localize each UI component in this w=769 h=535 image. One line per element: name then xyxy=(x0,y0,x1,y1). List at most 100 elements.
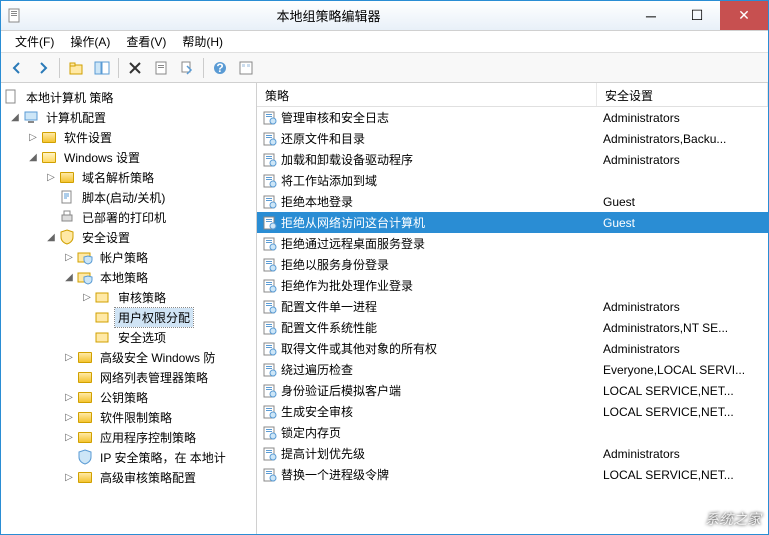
policy-name: 拒绝从网络访问这台计算机 xyxy=(281,214,425,231)
list-row[interactable]: 拒绝作为批处理作业登录 xyxy=(257,275,768,296)
folder-icon xyxy=(77,409,93,425)
tree-network-list[interactable]: 网络列表管理器策略 xyxy=(1,367,256,387)
policy-name: 生成安全审核 xyxy=(281,403,353,420)
folder-shield-icon xyxy=(77,249,93,265)
tree-account-policies[interactable]: ▷帐户策略 xyxy=(1,247,256,267)
policy-icon xyxy=(263,468,277,482)
list-row[interactable]: 将工作站添加到域 xyxy=(257,170,768,191)
list-row[interactable]: 拒绝本地登录Guest xyxy=(257,191,768,212)
list-row[interactable]: 身份验证后模拟客户端LOCAL SERVICE,NET... xyxy=(257,380,768,401)
export-button[interactable] xyxy=(175,56,199,80)
maximize-button[interactable]: ☐ xyxy=(674,1,720,30)
policy-icon xyxy=(263,321,277,335)
list-row[interactable]: 拒绝以服务身份登录 xyxy=(257,254,768,275)
menu-view[interactable]: 查看(V) xyxy=(118,31,174,52)
policy-icon xyxy=(263,174,277,188)
document-icon xyxy=(3,89,19,105)
tree-user-rights[interactable]: 用户权限分配 xyxy=(1,307,256,327)
refresh-button[interactable] xyxy=(234,56,258,80)
minimize-button[interactable]: ─ xyxy=(628,1,674,30)
menu-action[interactable]: 操作(A) xyxy=(62,31,118,52)
expander-icon[interactable]: ▷ xyxy=(63,351,75,363)
folder-shield-icon xyxy=(95,309,111,325)
help-button[interactable]: ? xyxy=(208,56,232,80)
list-row[interactable]: 生成安全审核LOCAL SERVICE,NET... xyxy=(257,401,768,422)
window-title: 本地组策略编辑器 xyxy=(29,6,628,25)
tree-app-control[interactable]: ▷应用程序控制策略 xyxy=(1,427,256,447)
tree-public-key[interactable]: ▷公钥策略 xyxy=(1,387,256,407)
expander-icon[interactable]: ◢ xyxy=(45,231,57,243)
expander-icon[interactable]: ▷ xyxy=(63,251,75,263)
back-button[interactable] xyxy=(5,56,29,80)
security-setting: LOCAL SERVICE,NET... xyxy=(597,466,768,484)
delete-button[interactable] xyxy=(123,56,147,80)
list-row[interactable]: 替换一个进程级令牌LOCAL SERVICE,NET... xyxy=(257,464,768,485)
tree-software-settings[interactable]: ▷软件设置 xyxy=(1,127,256,147)
list-row[interactable]: 拒绝从网络访问这台计算机Guest xyxy=(257,212,768,233)
expander-icon[interactable]: ▷ xyxy=(63,431,75,443)
security-setting: Administrators xyxy=(597,340,768,358)
up-button[interactable] xyxy=(64,56,88,80)
menu-help[interactable]: 帮助(H) xyxy=(174,31,231,52)
tree-root[interactable]: 本地计算机 策略 xyxy=(1,87,256,107)
policy-icon xyxy=(263,195,277,209)
close-button[interactable]: ✕ xyxy=(720,1,768,30)
security-setting: Administrators,Backu... xyxy=(597,130,768,148)
tree-software-restriction[interactable]: ▷软件限制策略 xyxy=(1,407,256,427)
expander-icon[interactable]: ◢ xyxy=(63,271,75,283)
security-setting: Administrators xyxy=(597,445,768,463)
toolbar-separator xyxy=(118,58,119,78)
toolbar-separator xyxy=(59,58,60,78)
tree-pane[interactable]: 本地计算机 策略 ◢计算机配置 ▷软件设置 ◢Windows 设置 ▷域名解析策… xyxy=(1,83,257,534)
expander-icon[interactable]: ◢ xyxy=(27,151,39,163)
folder-shield-icon xyxy=(95,289,111,305)
list-pane[interactable]: 策略 安全设置 管理审核和安全日志Administrators还原文件和目录Ad… xyxy=(257,83,768,534)
expander-icon[interactable]: ◢ xyxy=(9,111,21,123)
properties-button[interactable] xyxy=(149,56,173,80)
policy-name: 拒绝作为批处理作业登录 xyxy=(281,277,413,294)
expander-icon[interactable]: ▷ xyxy=(45,171,57,183)
tree-deployed-printers[interactable]: 已部署的打印机 xyxy=(1,207,256,227)
list-row[interactable]: 配置文件系统性能Administrators,NT SE... xyxy=(257,317,768,338)
security-setting: Everyone,LOCAL SERVI... xyxy=(597,361,768,379)
list-row[interactable]: 锁定内存页 xyxy=(257,422,768,443)
list-row[interactable]: 还原文件和目录Administrators,Backu... xyxy=(257,128,768,149)
tree-scripts[interactable]: 脚本(启动/关机) xyxy=(1,187,256,207)
show-hide-tree-button[interactable] xyxy=(90,56,114,80)
tree-windows-settings[interactable]: ◢Windows 设置 xyxy=(1,147,256,167)
policy-icon xyxy=(263,279,277,293)
menu-file[interactable]: 文件(F) xyxy=(7,31,62,52)
shield-icon xyxy=(77,449,93,465)
expander-icon[interactable]: ▷ xyxy=(27,131,39,143)
tree-computer-config[interactable]: ◢计算机配置 xyxy=(1,107,256,127)
forward-button[interactable] xyxy=(31,56,55,80)
tree-security-settings[interactable]: ◢安全设置 xyxy=(1,227,256,247)
column-header-policy[interactable]: 策略 xyxy=(257,83,597,106)
tree-local-policies[interactable]: ◢本地策略 xyxy=(1,267,256,287)
tree-security-options[interactable]: 安全选项 xyxy=(1,327,256,347)
column-header-setting[interactable]: 安全设置 xyxy=(597,83,768,106)
policy-icon xyxy=(263,132,277,146)
list-row[interactable]: 配置文件单一进程Administrators xyxy=(257,296,768,317)
tree-ip-security[interactable]: IP 安全策略，在 本地计 xyxy=(1,447,256,467)
list-row[interactable]: 拒绝通过远程桌面服务登录 xyxy=(257,233,768,254)
tree-windows-firewall[interactable]: ▷高级安全 Windows 防 xyxy=(1,347,256,367)
expander-icon[interactable]: ▷ xyxy=(81,291,93,303)
list-row[interactable]: 加载和卸载设备驱动程序Administrators xyxy=(257,149,768,170)
tree-audit-policy[interactable]: ▷审核策略 xyxy=(1,287,256,307)
policy-name: 绕过遍历检查 xyxy=(281,361,353,378)
printer-icon xyxy=(59,209,75,225)
policy-icon xyxy=(263,405,277,419)
tree-dns-policy[interactable]: ▷域名解析策略 xyxy=(1,167,256,187)
expander-icon[interactable]: ▷ xyxy=(63,471,75,483)
expander-icon[interactable]: ▷ xyxy=(63,411,75,423)
list-row[interactable]: 绕过遍历检查 Everyone,LOCAL SERVI... xyxy=(257,359,768,380)
policy-icon xyxy=(263,153,277,167)
policy-name: 加载和卸载设备驱动程序 xyxy=(281,151,413,168)
expander-icon[interactable]: ▷ xyxy=(63,391,75,403)
list-row[interactable]: 取得文件或其他对象的所有权Administrators xyxy=(257,338,768,359)
list-row[interactable]: 管理审核和安全日志Administrators xyxy=(257,107,768,128)
list-row[interactable]: 提高计划优先级Administrators xyxy=(257,443,768,464)
tree-advanced-audit[interactable]: ▷高级审核策略配置 xyxy=(1,467,256,487)
titlebar: 本地组策略编辑器 ─ ☐ ✕ xyxy=(1,1,768,31)
